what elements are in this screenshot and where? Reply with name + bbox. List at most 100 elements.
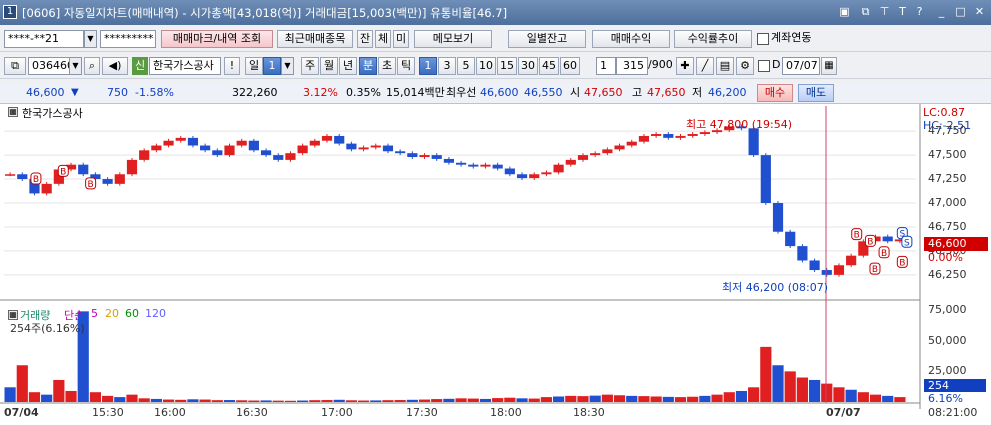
count-field[interactable]: 315 [616,57,648,75]
x-axis-label: 18:00 [490,406,522,419]
save-icon[interactable]: ▤ [716,57,734,75]
window-number-badge[interactable]: 1 [3,5,17,19]
interval-3-button[interactable]: 3 [438,57,456,75]
svg-text:B: B [872,265,878,275]
interval-45-button[interactable]: 45 [539,57,559,75]
trade-mark-query-button[interactable]: 매매마크/내역 조회 [161,30,273,48]
best-price-label: 최우선 [446,86,477,99]
high-price: 47,650 [647,86,686,99]
interval-1-button[interactable]: 1 [419,57,437,75]
candle [139,150,150,160]
interval-combo[interactable]: 1 [596,57,616,75]
candle [529,174,540,179]
x-axis-label: 17:00 [321,406,353,419]
interval-15-button[interactable]: 15 [497,57,517,75]
date-check-label: D [772,58,781,71]
password-field[interactable]: ********* [100,30,156,48]
candle [236,140,247,146]
candle [809,260,820,271]
volume-bar [504,397,516,402]
help-icon[interactable]: ? [913,5,926,18]
maximize-icon[interactable]: □ [954,5,967,18]
period-week-button[interactable]: 주 [301,57,319,75]
high-label: 고 [632,86,643,99]
daily-balance-button[interactable]: 일별잔고 [508,30,586,48]
unfilled-button[interactable]: 미 [393,30,409,48]
stock-code-field[interactable]: 036460 [28,57,70,75]
buy-button[interactable]: 매수 [757,84,793,102]
pin-icon[interactable]: ⊤ [878,5,891,18]
grid-icon[interactable]: ▦ [8,107,18,117]
volume-bar [650,396,662,402]
minimize-icon[interactable]: _ [935,5,948,18]
volume-bar [516,398,528,402]
price-tick-label: 46,750 [928,219,967,233]
volume-bar [467,398,479,402]
volume-bar [333,399,345,402]
volume-bar [711,394,723,402]
volume-bar [41,394,53,402]
x-axis-label: 08:21:00 [928,406,978,419]
warning-button[interactable]: ! [224,57,240,75]
price-tick-label: 47,750 [928,124,967,138]
speaker-icon[interactable]: ◀) [102,57,128,75]
draw-line-icon[interactable]: ╱ [696,57,714,75]
price-tick-label: 47,500 [928,148,967,162]
memo-view-button[interactable]: 메모보기 [414,30,492,48]
calendar-icon[interactable]: ▦ [821,57,837,75]
trade-profit-button[interactable]: 매매수익 [592,30,670,48]
period-minute-button[interactable]: 분 [359,57,377,75]
window-icon[interactable]: ▣ [838,5,851,18]
recent-trades-button[interactable]: 최근매매종목 [277,30,353,48]
interval-5-button[interactable]: 5 [457,57,475,75]
period-dropdown-icon[interactable]: ▼ [281,57,294,75]
ma5-label: 5 [91,307,98,320]
account-toolbar: ****-**21 ▼ ********* 매매마크/내역 조회 최근매매종목 … [0,26,991,52]
buy-mark: B [85,177,97,190]
account-field[interactable]: ****-**21 [4,30,84,48]
crosshair-icon[interactable]: ✚ [676,57,694,75]
candle [273,155,284,160]
chart-area[interactable]: BBBBBBBBSS ▦ 한국가스공사 LC:0.87 HC:-2.51 47,… [0,104,991,425]
volume-bar [321,400,333,402]
period-tick-button[interactable]: 틱 [397,57,415,75]
period-month-button[interactable]: 월 [320,57,338,75]
volume-tick-label: 50,000 [928,333,967,347]
svg-text:B: B [33,175,39,185]
interval-30-button[interactable]: 30 [518,57,538,75]
stock-dropdown-icon[interactable]: ▼ [69,57,82,75]
font-icon[interactable]: T [896,5,909,18]
search-icon[interactable]: ⌕ [84,57,100,75]
candle [626,141,637,146]
quote-amount: 15,014백만 [386,86,445,99]
period-year-button[interactable]: 년 [339,57,357,75]
chart-canvas[interactable]: BBBBBBBBSS [0,104,991,425]
quote-turnover-pct: 0.35% [346,86,381,99]
screen-icon[interactable]: ⧉ [4,57,26,75]
candle [41,183,52,194]
period-day-button[interactable]: 일 [245,57,263,75]
sell-button[interactable]: 매도 [798,84,834,102]
candle [395,151,406,154]
candle [370,145,381,148]
period-second-button[interactable]: 초 [378,57,396,75]
date-checkbox[interactable] [758,60,770,72]
account-link-checkbox[interactable] [757,33,769,45]
interval-10-button[interactable]: 10 [476,57,496,75]
account-dropdown-icon[interactable]: ▼ [84,30,97,48]
return-trend-button[interactable]: 수익률추이 [674,30,752,48]
balance-button[interactable]: 잔 [357,30,373,48]
gear-icon[interactable]: ⚙ [736,57,754,75]
date-field[interactable]: 07/07 [782,57,820,75]
restore-icon[interactable]: ⧉ [859,5,872,18]
volume-bar [16,365,28,402]
volume-bar [662,396,674,402]
candle [590,153,601,156]
stock-name-field[interactable]: 한국가스공사 [149,57,221,75]
candle [846,255,857,266]
close-icon[interactable]: ✕ [973,5,986,18]
filled-button[interactable]: 체 [375,30,391,48]
volume-grid-icon[interactable]: ▦ [8,310,18,320]
period-day-count[interactable]: 1 [263,57,281,75]
interval-60-button[interactable]: 60 [560,57,580,75]
